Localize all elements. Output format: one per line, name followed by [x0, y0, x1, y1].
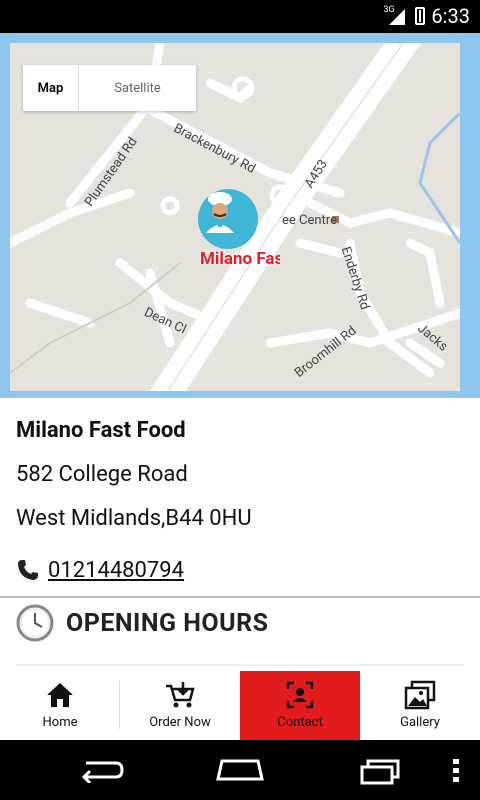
business-info: Milano Fast Food 582 College Road West M…: [16, 418, 466, 590]
system-nav-bar: [0, 740, 480, 800]
menu-icon[interactable]: [450, 757, 462, 783]
status-bar: 3G 6:33: [0, 0, 480, 33]
bottom-nav: Home Order Now Contact Gallery: [0, 671, 480, 740]
chef-icon: [206, 192, 234, 233]
road-label: ee Centre: [282, 213, 337, 228]
map-frame: Map Satellite Plumstead Rd Brackenbury R…: [0, 33, 480, 398]
phone-icon: [18, 560, 38, 580]
signal-icon: 3G: [383, 5, 409, 27]
location-marker[interactable]: [198, 189, 258, 249]
gallery-icon: [404, 680, 436, 710]
nav-gallery-label: Gallery: [400, 715, 440, 730]
divider: [0, 596, 480, 598]
clock-icon: [16, 604, 54, 642]
contact-icon: [286, 681, 314, 709]
marker-label: Milano Fast Food: [200, 249, 280, 269]
map-type-satellite-button[interactable]: Satellite: [79, 65, 196, 111]
opening-hours-header[interactable]: OPENING HOURS: [16, 604, 269, 642]
home-icon: [47, 683, 73, 707]
recents-icon[interactable]: [358, 757, 402, 785]
address-line-2: West Midlands,B44 0HU: [16, 506, 252, 531]
nav-contact[interactable]: Contact: [240, 671, 360, 740]
home-nav-icon[interactable]: [214, 757, 266, 783]
nav-home-label: Home: [42, 715, 78, 730]
nav-order-now[interactable]: Order Now: [120, 671, 240, 740]
map-type-control: Map Satellite: [23, 65, 196, 111]
cart-icon: [166, 682, 195, 708]
back-icon[interactable]: [76, 757, 124, 783]
nav-contact-label: Contact: [277, 715, 323, 730]
business-name: Milano Fast Food: [16, 418, 186, 443]
status-time: 6:33: [431, 4, 470, 28]
battery-icon: [415, 7, 426, 25]
divider: [16, 664, 464, 666]
network-type: 3G: [383, 5, 395, 15]
phone-row[interactable]: 01214480794: [16, 550, 466, 590]
map-view[interactable]: Map Satellite Plumstead Rd Brackenbury R…: [10, 43, 460, 391]
address-line-1: 582 College Road: [16, 462, 188, 487]
phone-link[interactable]: 01214480794: [48, 558, 184, 583]
nav-gallery[interactable]: Gallery: [360, 671, 480, 740]
map-type-map-button[interactable]: Map: [23, 65, 79, 111]
nav-home[interactable]: Home: [0, 671, 120, 740]
nav-order-now-label: Order Now: [149, 715, 211, 730]
opening-hours-title: OPENING HOURS: [66, 608, 269, 638]
